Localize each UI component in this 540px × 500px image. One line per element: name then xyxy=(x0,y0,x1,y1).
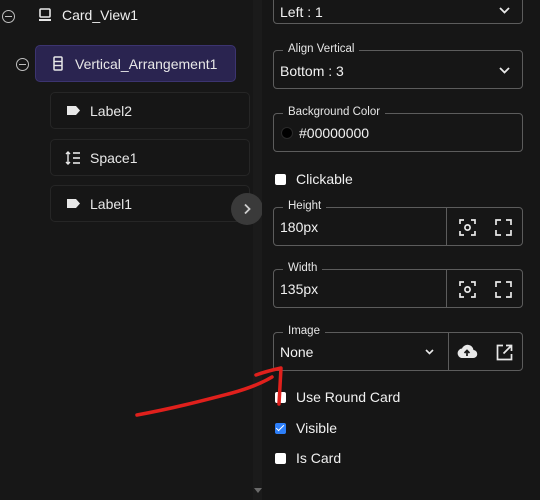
width-field[interactable]: Width 135px xyxy=(273,262,523,308)
tree-node-label: Vertical_Arrangement1 xyxy=(75,55,218,72)
tree-node-space1[interactable]: Space1 xyxy=(50,139,250,176)
align-vertical-value: Bottom : 3 xyxy=(280,63,344,79)
color-swatch[interactable] xyxy=(281,127,293,139)
background-color-field[interactable]: Background Color #00000000 xyxy=(273,106,523,152)
image-field[interactable]: Image None xyxy=(273,325,523,371)
align-vertical-legend: Align Vertical xyxy=(283,43,360,55)
visible-checkbox-row[interactable]: Visible xyxy=(275,420,337,436)
chevron-down-icon xyxy=(499,67,510,74)
clickable-checkbox[interactable] xyxy=(275,173,286,185)
panel-toggle-button[interactable] xyxy=(231,193,263,225)
component-tree-panel: Card_View1 Vertical_Arrangement1 Label2 … xyxy=(0,0,262,500)
height-legend: Height xyxy=(283,200,327,212)
open-external-icon[interactable] xyxy=(496,344,513,361)
chevron-down-icon xyxy=(499,7,510,14)
label-tag-icon xyxy=(65,103,81,119)
align-horizontal-select[interactable]: Left : 1 xyxy=(273,0,523,24)
tree-node-vertical-arrangement[interactable]: Vertical_Arrangement1 xyxy=(35,45,236,82)
cloud-upload-icon[interactable] xyxy=(456,343,478,360)
background-color-legend: Background Color xyxy=(283,106,386,118)
chevron-down-icon[interactable] xyxy=(425,349,434,355)
fill-parent-icon[interactable] xyxy=(495,219,512,236)
clickable-label: Clickable xyxy=(296,171,353,187)
is-card-label: Is Card xyxy=(296,450,342,466)
is-card-checkbox[interactable] xyxy=(275,452,286,464)
tree-node-label: Card_View1 xyxy=(62,7,139,23)
scroll-down-arrow-icon[interactable] xyxy=(254,488,262,493)
collapse-vertical-arrangement-button[interactable] xyxy=(16,58,29,71)
visible-label: Visible xyxy=(296,420,337,436)
fit-content-icon[interactable] xyxy=(459,281,476,298)
fit-content-icon[interactable] xyxy=(459,219,476,236)
is-card-checkbox-row[interactable]: Is Card xyxy=(275,450,341,466)
tree-node-label2[interactable]: Label2 xyxy=(50,92,250,129)
chevron-right-icon xyxy=(244,203,251,215)
visible-checkbox[interactable] xyxy=(275,422,286,434)
align-horizontal-value: Left : 1 xyxy=(280,4,323,20)
tree-node-label: Label1 xyxy=(90,195,133,212)
space-icon xyxy=(65,150,81,166)
tree-node-label: Space1 xyxy=(90,149,138,166)
label-tag-icon xyxy=(65,196,81,212)
fill-parent-icon[interactable] xyxy=(495,281,512,298)
height-field[interactable]: Height 180px xyxy=(273,200,523,246)
tree-node-label1[interactable]: Label1 xyxy=(50,185,250,222)
width-value: 135px xyxy=(280,281,319,297)
use-round-card-checkbox[interactable] xyxy=(275,391,286,403)
tree-node-label: Label2 xyxy=(90,102,133,119)
use-round-card-checkbox-row[interactable]: Use Round Card xyxy=(275,389,400,405)
tree-node-card-view[interactable]: Card_View1 xyxy=(37,7,138,23)
collapse-card-view-button[interactable] xyxy=(2,10,15,23)
image-value: None xyxy=(280,344,314,360)
background-color-value: #00000000 xyxy=(299,125,370,141)
tree-scrollbar[interactable] xyxy=(253,0,262,500)
vertical-arrangement-icon xyxy=(50,56,66,72)
width-legend: Width xyxy=(283,262,323,274)
card-icon xyxy=(37,7,53,23)
height-value: 180px xyxy=(280,219,319,235)
image-legend: Image xyxy=(283,325,325,337)
use-round-card-label: Use Round Card xyxy=(296,389,401,405)
align-vertical-select[interactable]: Align Vertical Bottom : 3 xyxy=(273,43,523,89)
clickable-checkbox-row[interactable]: Clickable xyxy=(275,171,353,187)
